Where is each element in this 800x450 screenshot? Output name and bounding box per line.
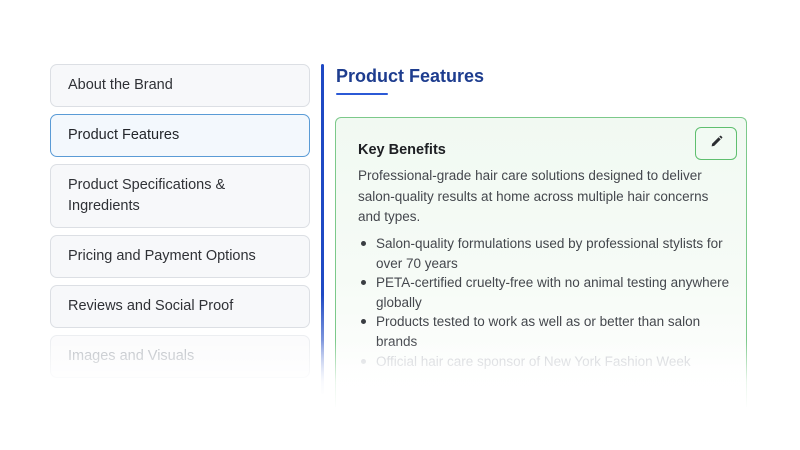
benefit-text: Official hair care sponsor of New York F…: [376, 353, 691, 369]
bullet-icon: [361, 319, 366, 325]
sidebar-item-pricing-and-payment[interactable]: Pricing and Payment Options: [50, 235, 310, 278]
benefit-text: Salon-quality formulations used by profe…: [376, 236, 723, 271]
sidebar-item-label: Reviews and Social Proof: [68, 298, 234, 314]
sidebar-item-label: Product Features: [68, 127, 180, 143]
bullet-icon: [361, 358, 366, 364]
list-item: Official hair care sponsor of New York F…: [358, 352, 733, 372]
sidebar-nav: About the Brand Product Features Product…: [50, 64, 310, 385]
sidebar-item-label: Product Specifications & Ingredients: [68, 177, 226, 214]
list-item: Products tested to work as well as or be…: [358, 312, 733, 351]
benefit-text: Products tested to work as well as or be…: [376, 314, 701, 349]
sidebar-item-label: Images and Visuals: [68, 348, 195, 364]
benefit-text: PETA-certified cruelty-free with no anim…: [376, 275, 730, 310]
pencil-icon: [710, 135, 723, 153]
sidebar-item-label: About the Brand: [68, 77, 173, 93]
list-item: Salon-quality formulations used by profe…: [358, 234, 733, 273]
sidebar-item-product-features[interactable]: Product Features: [50, 114, 310, 157]
title-underline: [336, 93, 388, 95]
list-item: PETA-certified cruelty-free with no anim…: [358, 273, 733, 312]
edit-button[interactable]: [695, 127, 737, 160]
vertical-divider: [321, 64, 324, 394]
key-benefits-card: Key Benefits Professional-grade hair car…: [335, 117, 747, 407]
sidebar-item-reviews-and-social-proof[interactable]: Reviews and Social Proof: [50, 285, 310, 328]
benefits-list: Salon-quality formulations used by profe…: [358, 234, 733, 371]
page-title: Product Features: [336, 66, 485, 86]
sidebar-item-product-specifications[interactable]: Product Specifications & Ingredients: [50, 164, 310, 228]
bullet-icon: [361, 241, 366, 246]
sidebar-item-images-and-visuals[interactable]: Images and Visuals: [50, 335, 310, 378]
card-description: Professional-grade hair care solutions d…: [358, 168, 709, 224]
sidebar-item-label: Pricing and Payment Options: [68, 248, 256, 264]
bullet-icon: [361, 280, 366, 286]
card-heading: Key Benefits: [358, 142, 446, 158]
sidebar-item-about-the-brand[interactable]: About the Brand: [50, 64, 310, 107]
